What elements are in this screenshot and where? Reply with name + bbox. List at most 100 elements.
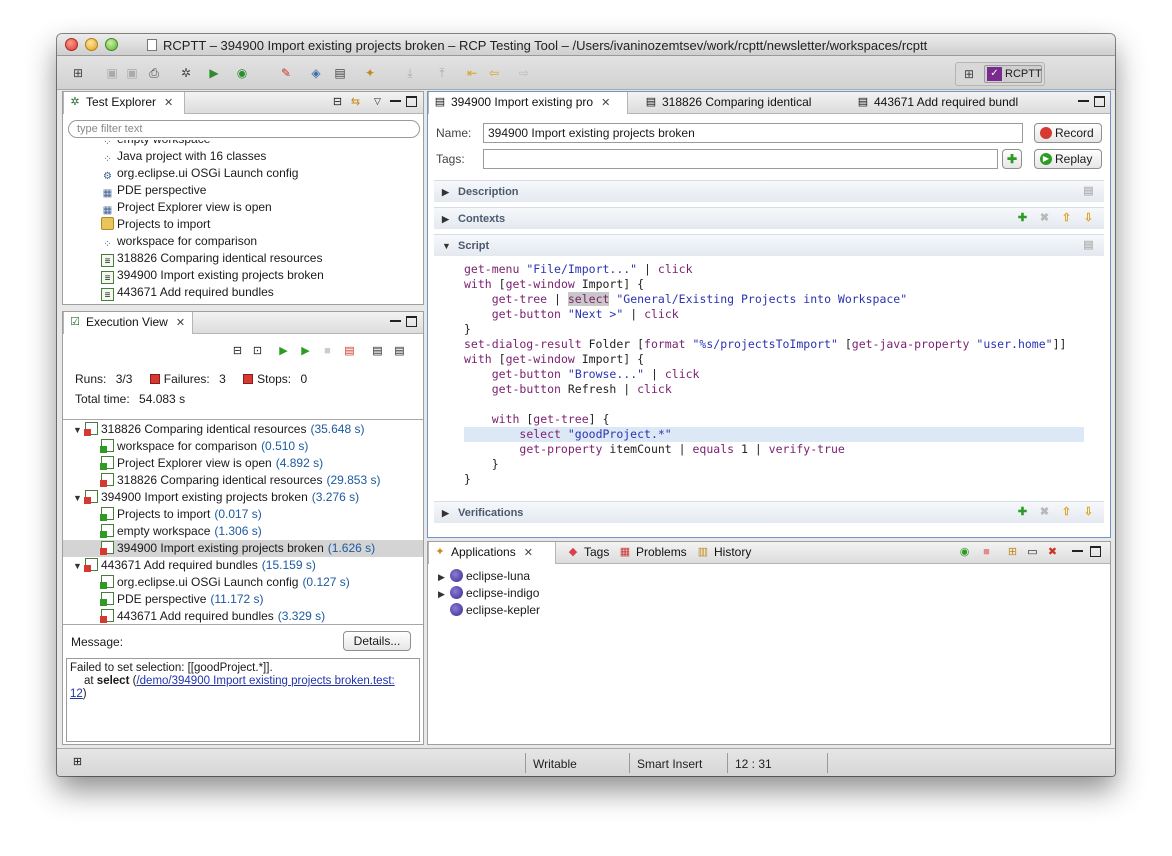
tab-history[interactable]: ▥ History	[692, 542, 758, 564]
execution-result-row[interactable]: 443671 Add required bundles (3.329 s)	[63, 608, 423, 624]
record-toolbar-icon[interactable]: ✎	[279, 66, 293, 80]
move-down-icon[interactable]: ⇩	[1082, 506, 1095, 519]
report-menu-icon[interactable]: ▤	[393, 345, 406, 358]
move-down-icon[interactable]: ⇩	[1082, 212, 1095, 225]
script-editor[interactable]: get-menu "File/Import..." | click with […	[464, 262, 1066, 487]
forward-icon[interactable]: ⇨	[517, 66, 531, 80]
application-item[interactable]: ▶ eclipse-indigo	[438, 585, 539, 602]
move-up-icon[interactable]: ⇧	[1060, 506, 1073, 519]
stop-app-icon[interactable]: ■	[980, 546, 993, 559]
show-failures-icon[interactable]: ▤	[343, 345, 356, 358]
test-explorer-item[interactable]: ⁘ Java project with 16 classes	[101, 148, 266, 165]
replay-button[interactable]: ▶ Replay	[1034, 149, 1102, 169]
execution-result-row[interactable]: org.eclipse.ui OSGi Launch config (0.127 …	[63, 574, 423, 591]
test-explorer-item[interactable]: ▦ Project Explorer view is open	[101, 199, 272, 216]
test-explorer-item[interactable]: ⁘ workspace for comparison	[101, 233, 257, 250]
tags-field[interactable]	[483, 149, 998, 169]
execution-result-row[interactable]: ▼ 318826 Comparing identical resources (35…	[63, 421, 423, 438]
rerun-failed-icon[interactable]: ▶	[299, 345, 312, 358]
tab-test-explorer[interactable]: ✲ Test Explorer ✕	[63, 92, 185, 114]
tab-editor-318826[interactable]: ▤ 318826 Comparing identical	[640, 92, 840, 114]
contexts-section[interactable]: ▶ Contexts ✚ ✖ ⇧ ⇩	[434, 207, 1104, 229]
execution-result-row[interactable]: workspace for comparison (0.510 s)	[63, 438, 423, 455]
application-item[interactable]: ▶ eclipse-luna	[438, 568, 530, 585]
tab-editor-443671[interactable]: ▤ 443671 Add required bundl	[852, 92, 1042, 114]
execution-result-row[interactable]: Project Explorer view is open (4.892 s)	[63, 455, 423, 472]
close-icon[interactable]: ✕	[164, 93, 173, 114]
tab-editor-394900[interactable]: ▤ 394900 Import existing pro ✕	[428, 92, 628, 114]
execution-result-row[interactable]: empty workspace (1.306 s)	[63, 523, 423, 540]
tab-execution-view[interactable]: ☑ Execution View ✕	[63, 312, 193, 334]
collapse-all-icon[interactable]: ⊟	[231, 345, 244, 358]
fast-view-icon[interactable]: ⊞	[71, 756, 84, 769]
script-section[interactable]: ▼ Script ▤	[434, 234, 1104, 256]
save-icon[interactable]: ▣	[105, 66, 119, 80]
verifications-section[interactable]: ▶ Verifications ✚ ✖ ⇧ ⇩	[434, 501, 1104, 523]
test-explorer-item[interactable]: ≡ 394900 Import existing projects broken	[101, 267, 324, 284]
copy-icon[interactable]: ▤	[1082, 185, 1095, 198]
collapse-all-icon[interactable]: ⊟	[331, 96, 344, 109]
stop-icon[interactable]: ■	[321, 345, 334, 358]
expand-arrow-icon[interactable]: ▶	[438, 586, 450, 603]
open-resource-icon[interactable]: ▤	[333, 66, 347, 80]
minimize-view-button[interactable]	[1072, 546, 1083, 552]
maximize-view-button[interactable]	[406, 316, 417, 327]
zoom-window-button[interactable]	[105, 38, 118, 51]
next-annotation-icon[interactable]: ⤓	[403, 66, 417, 80]
print-icon[interactable]: ⎙	[147, 66, 161, 80]
rcptt-perspective-button[interactable]: ✓ RCPTT	[984, 65, 1042, 83]
debug-icon[interactable]: ✲	[179, 66, 193, 80]
tab-problems[interactable]: ▦ Problems	[614, 542, 692, 564]
remove-context-icon[interactable]: ✖	[1038, 212, 1051, 225]
export-report-icon[interactable]: ▤	[371, 345, 384, 358]
link-with-editor-icon[interactable]: ⇆	[349, 96, 362, 109]
minimize-editor-button[interactable]	[1078, 96, 1089, 102]
close-icon[interactable]: ✕	[601, 93, 610, 114]
edit-app-icon[interactable]: ▭	[1026, 546, 1039, 559]
close-icon[interactable]: ✕	[176, 313, 185, 334]
execution-result-row[interactable]: ▼ 394900 Import existing projects broken(…	[63, 489, 423, 506]
tab-tags[interactable]: ◆ Tags	[562, 542, 622, 564]
minimize-window-button[interactable]	[85, 38, 98, 51]
message-source-link-tail[interactable]: 12	[70, 688, 83, 700]
execution-result-row[interactable]: PDE perspective (11.172 s)	[63, 591, 423, 608]
message-source-link[interactable]: /demo/394900 Import existing projects br…	[136, 675, 394, 687]
history-icon[interactable]: ⊡	[251, 345, 264, 358]
add-verification-icon[interactable]: ✚	[1016, 506, 1029, 519]
copy-icon[interactable]: ▤	[1082, 239, 1095, 252]
description-section[interactable]: ▶ Description ▤	[434, 180, 1104, 202]
test-explorer-item[interactable]: ⁘empty workspace	[101, 140, 210, 148]
maximize-view-button[interactable]	[406, 96, 417, 107]
new-icon[interactable]: ⊞	[71, 66, 85, 80]
prev-annotation-icon[interactable]: ⤒	[435, 66, 449, 80]
execution-result-row[interactable]: 318826 Comparing identical resources (29.…	[63, 472, 423, 489]
test-explorer-item[interactable]: Projects to import	[101, 216, 210, 233]
wand-icon[interactable]: ✦	[363, 66, 377, 80]
close-icon[interactable]: ✕	[524, 543, 533, 564]
view-menu-icon[interactable]: ▽	[371, 95, 384, 108]
move-up-icon[interactable]: ⇧	[1060, 212, 1073, 225]
minimize-view-button[interactable]	[390, 96, 401, 102]
execution-result-row[interactable]: ▼ 443671 Add required bundles (15.159 s)	[63, 557, 423, 574]
close-window-button[interactable]	[65, 38, 78, 51]
tab-applications[interactable]: ✦ Applications ✕	[428, 542, 556, 564]
execution-result-row[interactable]: Projects to import (0.017 s)	[63, 506, 423, 523]
last-edit-icon[interactable]: ⇤	[465, 66, 479, 80]
new-app-icon[interactable]: ⊞	[1006, 546, 1019, 559]
test-explorer-item[interactable]: ≡ 443671 Add required bundles	[101, 284, 274, 301]
details-button[interactable]: Details...	[343, 631, 411, 651]
save-all-icon[interactable]: ▣	[125, 66, 139, 80]
expand-arrow-icon[interactable]: ▶	[438, 569, 450, 586]
application-item[interactable]: eclipse-kepler	[438, 602, 540, 619]
external-tools-icon[interactable]: ◉	[235, 66, 249, 80]
rerun-icon[interactable]: ▶	[277, 345, 290, 358]
filter-input[interactable]: type filter text	[68, 120, 420, 138]
maximize-editor-button[interactable]	[1094, 96, 1105, 107]
name-field[interactable]: 394900 Import existing projects broken	[483, 123, 1023, 143]
remove-app-icon[interactable]: ✖	[1046, 546, 1059, 559]
back-icon[interactable]: ⇦	[487, 66, 501, 80]
launch-app-icon[interactable]: ◉	[958, 546, 971, 559]
open-type-icon[interactable]: ◈	[309, 66, 323, 80]
test-explorer-item[interactable]: ≡ 318826 Comparing identical resources	[101, 250, 322, 267]
execution-result-row[interactable]: 394900 Import existing projects broken (1…	[63, 540, 423, 557]
